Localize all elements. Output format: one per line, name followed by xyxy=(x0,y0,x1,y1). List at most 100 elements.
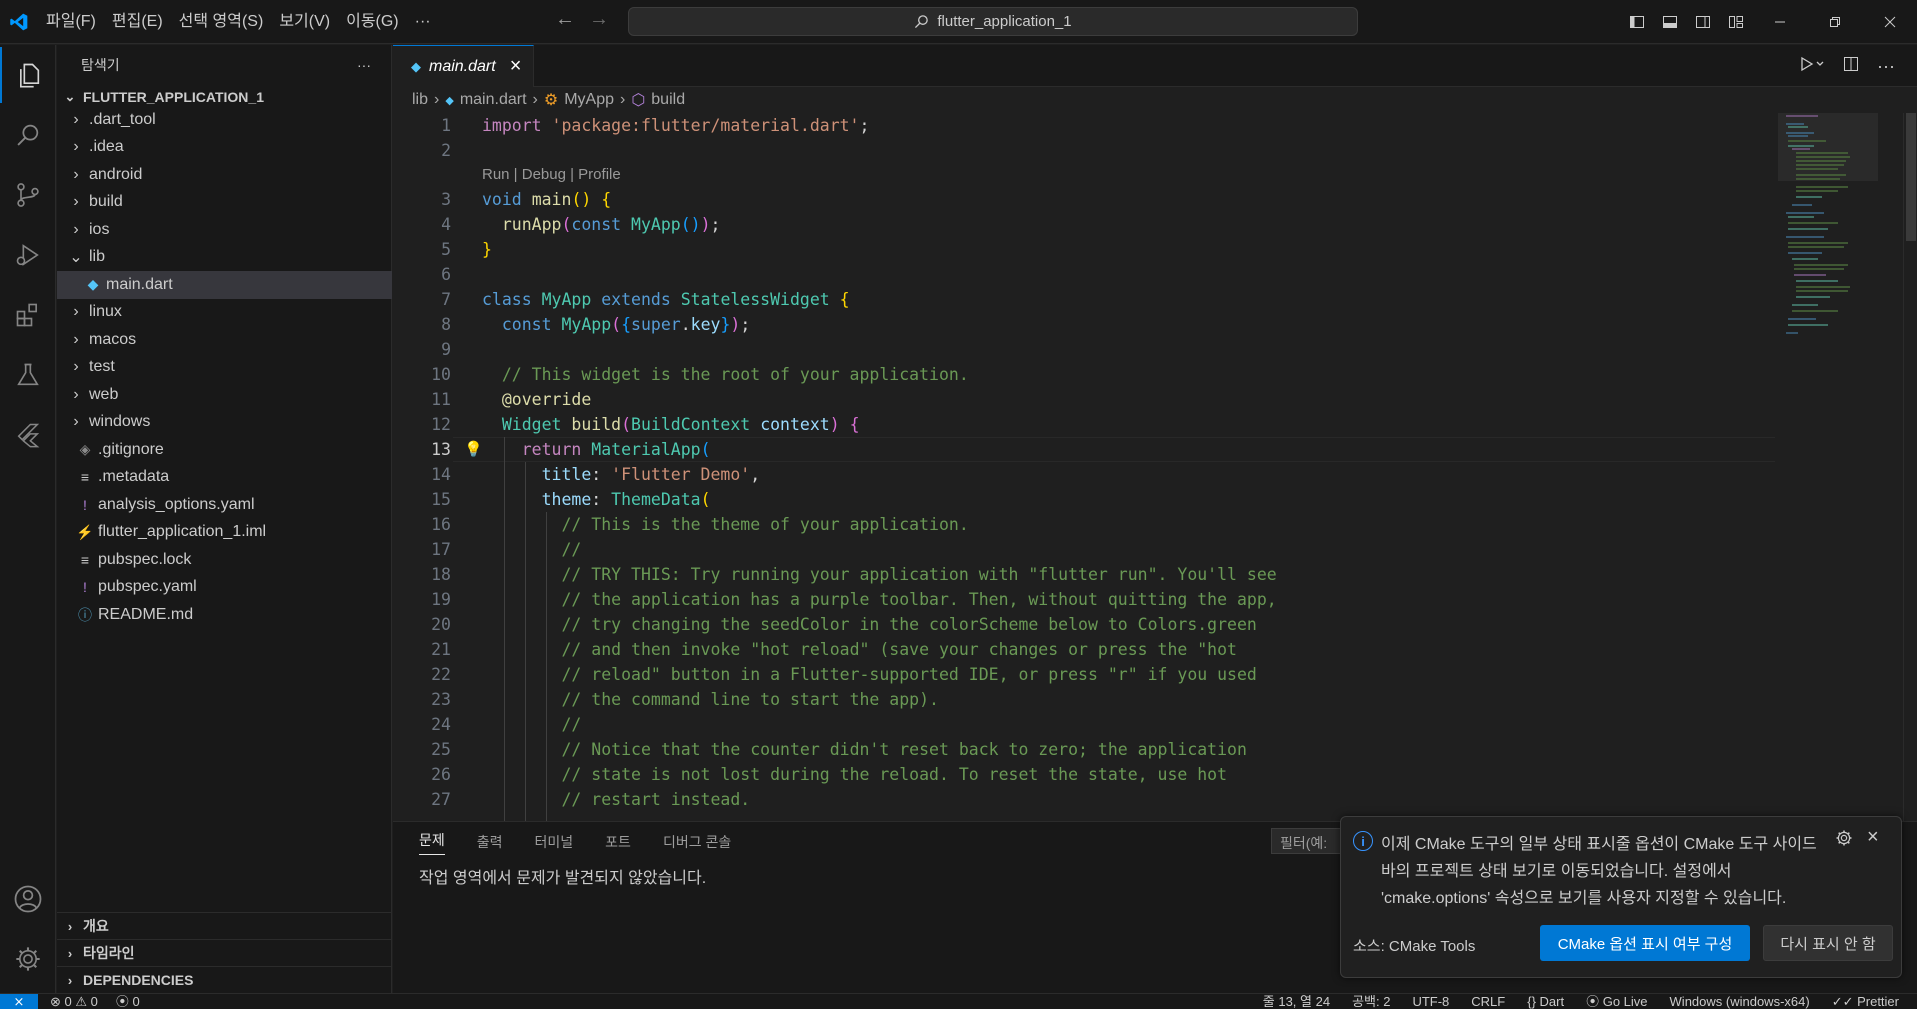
dependencies-section[interactable]: › DEPENDENCIES xyxy=(57,966,392,993)
tree-folder[interactable]: › .idea xyxy=(57,134,392,162)
end-of-line[interactable]: CRLF xyxy=(1471,994,1505,1009)
ports-status[interactable]: ⦿ 0 xyxy=(116,994,140,1009)
encoding[interactable]: UTF-8 xyxy=(1412,994,1449,1009)
code-text: // This is the theme of your application… xyxy=(482,512,968,537)
command-center-search[interactable]: flutter_application_1 xyxy=(628,7,1358,36)
tab-problems[interactable]: 문제 xyxy=(419,830,445,855)
tree-item-label: ios xyxy=(89,220,110,238)
tree-folder[interactable]: › windows xyxy=(57,409,392,437)
line-number: 13 xyxy=(431,440,451,459)
cursor-position[interactable]: 줄 13, 열 24 xyxy=(1263,994,1330,1009)
tree-folder[interactable]: ⌄ lib xyxy=(57,244,392,272)
flutter-icon[interactable] xyxy=(0,407,56,463)
tab-debug-console[interactable]: 디버그 콘솔 xyxy=(663,832,731,852)
toggle-panel-icon[interactable] xyxy=(1653,0,1686,44)
tree-folder[interactable]: › web xyxy=(57,381,392,409)
menu-go[interactable]: 이동(G) xyxy=(338,8,407,36)
tree-file[interactable]: ⓘ README.md xyxy=(57,601,392,629)
timeline-section[interactable]: › 타임라인 xyxy=(57,939,392,966)
scrollbar-thumb[interactable] xyxy=(1906,113,1916,241)
dont-show-again-button[interactable]: 다시 표시 안 함 xyxy=(1763,925,1893,961)
prettier-label: Prettier xyxy=(1857,994,1899,1009)
minimize-icon[interactable] xyxy=(1752,0,1807,44)
tree-folder[interactable]: › macos xyxy=(57,326,392,354)
code-token: MyApp xyxy=(561,315,612,334)
line-number: 17 xyxy=(431,540,451,559)
tree-folder[interactable]: › .dart_tool xyxy=(57,106,392,134)
code-editor[interactable]: 1 import 'package:flutter/material.dart';… xyxy=(393,113,1775,823)
tree-file[interactable]: ! pubspec.yaml xyxy=(57,574,392,602)
breadcrumb-item[interactable]: lib xyxy=(412,91,428,109)
toggle-primary-sidebar-icon[interactable] xyxy=(1620,0,1653,44)
source-control-icon[interactable] xyxy=(0,167,56,223)
menu-view[interactable]: 보기(V) xyxy=(271,8,338,36)
tab-terminal[interactable]: 터미널 xyxy=(535,832,574,852)
problems-filter-input[interactable]: 필터(예: xyxy=(1271,828,1341,854)
account-icon[interactable] xyxy=(0,871,56,927)
explorer-icon[interactable] xyxy=(0,47,56,103)
customize-layout-icon[interactable] xyxy=(1719,0,1752,44)
breadcrumb-item[interactable]: main.dart xyxy=(460,91,527,109)
device-selector[interactable]: Windows (windows-x64) xyxy=(1670,994,1810,1009)
codelens-label[interactable]: Run | Debug | Profile xyxy=(482,163,621,187)
codelens-actions[interactable]: Run | Debug | Profile xyxy=(393,163,1775,187)
chevron-right-icon: › xyxy=(73,385,79,403)
prettier-status[interactable]: ✓✓ Prettier xyxy=(1832,994,1899,1009)
problems-status[interactable]: ⊗ 0 ⚠ 0 xyxy=(50,994,98,1009)
workspace-root-label: FLUTTER_APPLICATION_1 xyxy=(83,89,264,105)
notification-settings-gear-icon[interactable] xyxy=(1835,829,1853,852)
tab-ports[interactable]: 포트 xyxy=(605,832,631,852)
code-text: theme: ThemeData( xyxy=(482,487,711,512)
configure-cmake-options-button[interactable]: CMake 옵션 표시 여부 구성 xyxy=(1540,925,1750,961)
tree-file[interactable]: ! analysis_options.yaml xyxy=(57,491,392,519)
run-dropdown-icon[interactable] xyxy=(1799,56,1825,77)
run-debug-icon[interactable] xyxy=(0,227,56,283)
notification-close-icon[interactable]: × xyxy=(1867,826,1879,849)
testing-icon[interactable] xyxy=(0,347,56,403)
extensions-icon[interactable] xyxy=(0,287,56,343)
restore-icon[interactable] xyxy=(1807,0,1862,44)
tree-folder[interactable]: › android xyxy=(57,161,392,189)
go-live-button[interactable]: ⦿ Go Live xyxy=(1586,994,1647,1009)
outline-section[interactable]: › 개요 xyxy=(57,912,392,939)
lightbulb-icon[interactable]: 💡 xyxy=(464,437,483,462)
search-icon[interactable] xyxy=(0,107,56,163)
menu-selection[interactable]: 선택 영역(S) xyxy=(171,8,272,36)
tree-folder[interactable]: › ios xyxy=(57,216,392,244)
tree-file[interactable]: ≡ .metadata xyxy=(57,464,392,492)
forward-arrow-icon[interactable]: → xyxy=(589,8,609,31)
line-number: 15 xyxy=(431,490,451,509)
manage-gear-icon[interactable] xyxy=(0,931,56,987)
explorer-more-button[interactable]: ··· xyxy=(357,57,371,73)
menu-more[interactable]: ··· xyxy=(407,8,439,36)
close-icon[interactable]: × xyxy=(510,55,522,78)
more-actions-icon[interactable]: ··· xyxy=(1877,56,1895,77)
tree-folder[interactable]: › build xyxy=(57,189,392,217)
tab-output[interactable]: 출력 xyxy=(477,832,503,852)
close-window-icon[interactable] xyxy=(1862,0,1917,44)
tree-file[interactable]: ◈ .gitignore xyxy=(57,436,392,464)
minimap[interactable] xyxy=(1778,113,1898,823)
menu-file[interactable]: 파일(F) xyxy=(38,8,104,36)
tree-file[interactable]: ≡ pubspec.lock xyxy=(57,546,392,574)
activity-bar xyxy=(0,45,56,993)
breadcrumb-item[interactable]: MyApp xyxy=(564,91,614,109)
back-arrow-icon[interactable]: ← xyxy=(555,8,575,31)
breadcrumb-item[interactable]: build xyxy=(651,91,685,109)
tab-main-dart[interactable]: ◆ main.dart × xyxy=(393,45,535,87)
menu-edit[interactable]: 편집(E) xyxy=(104,8,171,36)
editor-scrollbar[interactable] xyxy=(1903,113,1917,823)
tree-file[interactable]: ◆ main.dart xyxy=(57,271,392,299)
code-token: : xyxy=(591,490,612,509)
tree-file[interactable]: ⚡ flutter_application_1.iml xyxy=(57,519,392,547)
language-mode[interactable]: {} Dart xyxy=(1527,994,1564,1009)
tree-folder[interactable]: › linux xyxy=(57,299,392,327)
tree-folder[interactable]: › test xyxy=(57,354,392,382)
remote-indicator-icon[interactable]: ⨯ xyxy=(0,994,38,1009)
toggle-secondary-sidebar-icon[interactable] xyxy=(1686,0,1719,44)
indentation[interactable]: 공백: 2 xyxy=(1352,994,1390,1009)
split-editor-icon[interactable] xyxy=(1843,56,1859,77)
